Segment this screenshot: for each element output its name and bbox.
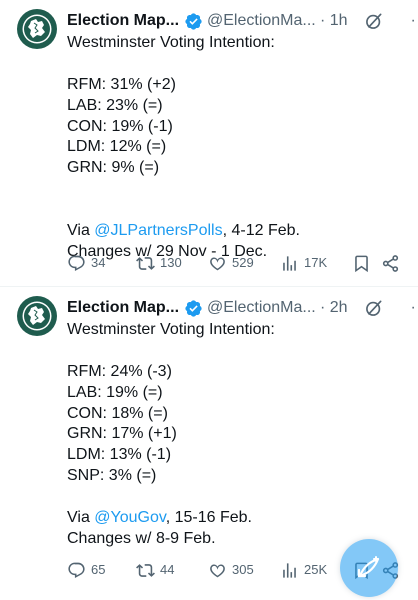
compose-post-icon <box>357 556 380 578</box>
verified-badge-icon <box>185 13 202 30</box>
compose-post-button[interactable] <box>340 539 398 597</box>
text-line: CON: 19% (-1) <box>67 117 173 135</box>
post-time[interactable]: · 1h <box>320 10 348 32</box>
bookmark-icon <box>355 255 368 272</box>
views-button[interactable]: 17K <box>280 252 327 274</box>
tweet-text: Westminster Voting Intention: RFM: 31% (… <box>67 33 407 263</box>
like-count: 529 <box>232 255 254 270</box>
avatar[interactable] <box>17 9 57 49</box>
text-line: RFM: 24% (-3) <box>67 362 172 380</box>
text-line: GRN: 17% (+1) <box>67 425 177 443</box>
views-button[interactable]: 25K <box>280 559 327 581</box>
mention-link[interactable]: @YouGov <box>94 509 165 526</box>
repost-icon <box>136 256 155 270</box>
like-count: 305 <box>232 562 254 577</box>
views-count: 25K <box>304 562 328 577</box>
views-count: 17K <box>304 255 328 270</box>
tweet-text: Westminster Voting Intention: RFM: 24% (… <box>67 320 407 550</box>
more-options-button[interactable]: ··· <box>405 10 418 32</box>
via-line: Via @YouGov, 15-16 Feb. <box>67 508 407 529</box>
repost-count: 130 <box>160 255 182 270</box>
verified-badge-icon <box>185 300 202 317</box>
like-button[interactable]: 305 <box>208 559 254 581</box>
post-time[interactable]: · 2h <box>320 297 348 319</box>
author-handle[interactable]: @ElectionMa... <box>207 10 316 32</box>
via-line: Via @JLPartnersPolls, 4-12 Feb. <box>67 221 407 242</box>
share-icon <box>382 254 399 272</box>
more-options-button[interactable]: ··· <box>405 297 418 319</box>
author-name[interactable]: Election Map... <box>67 297 179 319</box>
heart-icon <box>210 564 225 577</box>
author-name[interactable]: Election Map... <box>67 10 179 32</box>
tweet-header: Election Map... @ElectionMa... · 1h ··· <box>67 10 418 32</box>
reply-button[interactable]: 34 <box>67 252 105 274</box>
text-line: CON: 18% (=) <box>67 404 168 422</box>
repost-count: 44 <box>160 562 175 577</box>
share-button[interactable] <box>381 252 400 274</box>
tweet-header: Election Map... @ElectionMa... · 2h ··· <box>67 297 418 319</box>
reply-count: 34 <box>91 255 106 270</box>
repost-button[interactable]: 44 <box>136 559 174 581</box>
text-line: RFM: 31% (+2) <box>67 75 176 93</box>
text-line: LDM: 13% (-1) <box>67 446 172 464</box>
text-line: GRN: 9% (=) <box>67 159 160 177</box>
via-suffix: , 4-12 Feb. <box>222 222 300 240</box>
election-maps-logo-icon <box>17 9 57 49</box>
reply-button[interactable]: 65 <box>67 559 105 581</box>
text-line: LAB: 23% (=) <box>67 96 163 114</box>
views-chart-icon <box>283 562 296 578</box>
repost-icon <box>136 563 155 577</box>
tweet[interactable]: Election Map... @ElectionMa... · 1h ··· … <box>0 0 418 287</box>
via-suffix: , 15-16 Feb. <box>165 509 252 527</box>
text-line: SNP: 3% (=) <box>67 467 157 485</box>
via-prefix: Via <box>67 222 95 240</box>
like-button[interactable]: 529 <box>208 252 254 274</box>
grok-icon[interactable] <box>364 298 384 318</box>
repost-button[interactable]: 130 <box>136 252 182 274</box>
text-line: Westminster Voting Intention: <box>67 321 275 338</box>
avatar[interactable] <box>17 296 57 336</box>
reply-count: 65 <box>91 562 106 577</box>
text-line: LDM: 12% (=) <box>67 138 167 156</box>
reply-icon <box>68 255 85 271</box>
text-line: LAB: 19% (=) <box>67 383 163 401</box>
heart-icon <box>210 257 225 270</box>
views-chart-icon <box>283 255 296 271</box>
reply-icon <box>68 562 85 578</box>
election-maps-logo-icon <box>17 296 57 336</box>
grok-icon[interactable] <box>364 11 384 31</box>
action-bar: 34 130 529 17K <box>67 252 404 274</box>
via-prefix: Via <box>67 509 95 527</box>
bookmark-button[interactable] <box>352 252 371 274</box>
mention-link[interactable]: @JLPartnersPolls <box>94 222 222 239</box>
author-handle[interactable]: @ElectionMa... <box>207 297 316 319</box>
text-line: Westminster Voting Intention: <box>67 34 275 51</box>
